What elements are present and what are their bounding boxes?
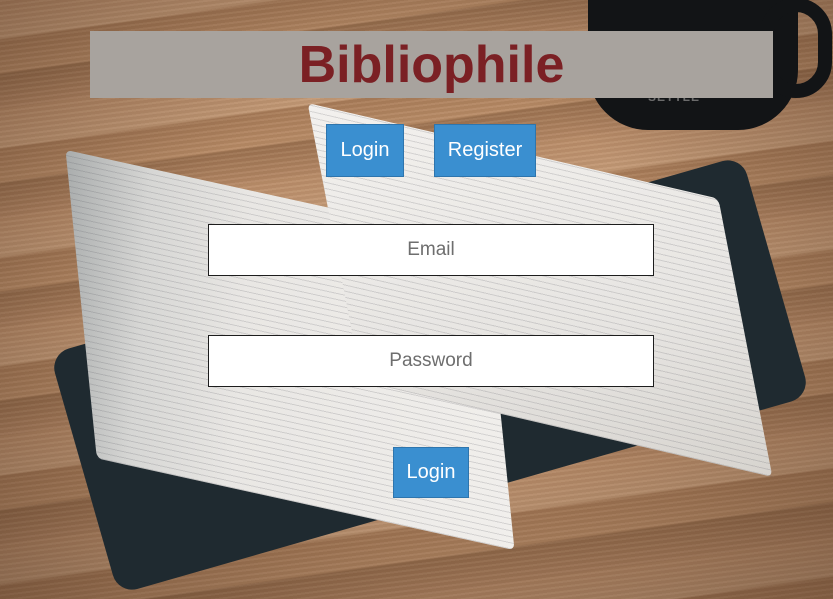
page-title: Bibliophile [298,35,565,94]
nav-login-button[interactable]: Login [326,124,404,177]
login-submit-button[interactable]: Login [393,447,469,498]
header-bar: Bibliophile [90,31,773,98]
password-field[interactable] [208,335,654,387]
email-field[interactable] [208,224,654,276]
nav-register-button[interactable]: Register [434,124,536,177]
